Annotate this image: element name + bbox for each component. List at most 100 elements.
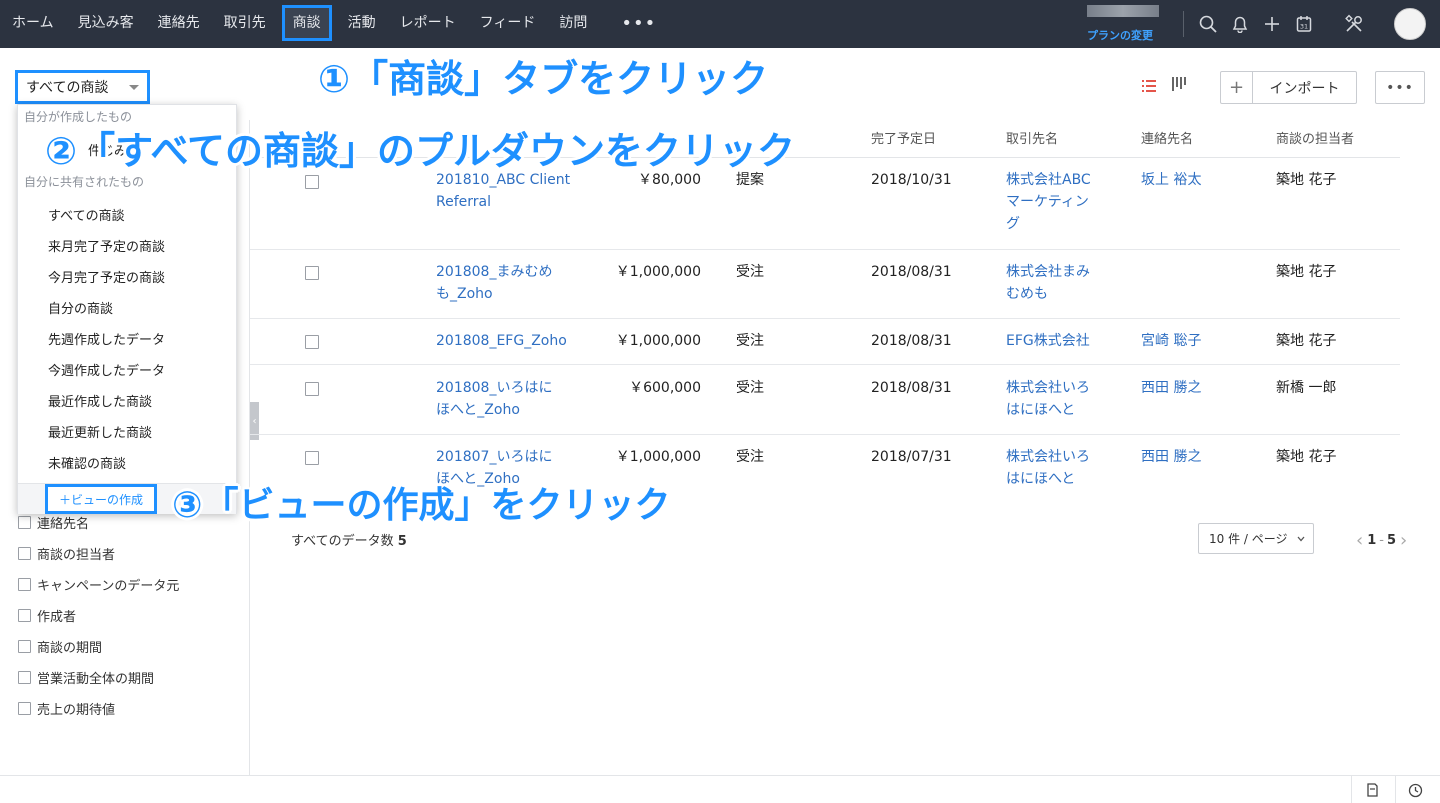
next-page-icon[interactable]: › — [1400, 530, 1407, 551]
more-actions-button[interactable]: ••• — [1375, 71, 1425, 104]
deal-stage: 受注 — [736, 449, 764, 465]
import-button[interactable]: インポート — [1253, 72, 1356, 103]
dropdown-item[interactable]: 最近作成した商談 — [48, 391, 152, 410]
org-info: プランの変更 — [1087, 5, 1169, 43]
account-link[interactable]: EFG株式会社 — [1006, 330, 1116, 352]
change-plan-link[interactable]: プランの変更 — [1087, 27, 1169, 43]
org-name-blurred — [1087, 5, 1159, 17]
filter-checkbox[interactable] — [18, 671, 31, 684]
view-select-dropdown[interactable]: すべての商談 — [15, 70, 150, 104]
account-link[interactable]: 株式会社いろ はにほへと — [1006, 377, 1116, 421]
dropdown-item[interactable]: 今週作成したデータ — [48, 360, 165, 379]
dropdown-item[interactable]: 今月完了予定の商談 — [48, 267, 165, 286]
filter-label: 商談の担当者 — [37, 548, 116, 563]
deal-amount: ￥600,000 — [629, 380, 701, 396]
contact-link[interactable]: 西田 勝之 — [1141, 446, 1201, 468]
nav-tab-leads[interactable]: 見込み客 — [66, 0, 146, 48]
deal-close-date: 2018/08/31 — [871, 264, 952, 280]
deal-amount: ￥1,000,000 — [615, 264, 701, 280]
nav-tab-label: 取引先 — [223, 15, 266, 31]
column-header-account[interactable]: 取引先名 — [1006, 128, 1058, 147]
nav-tab-deals[interactable]: 商談 — [278, 0, 336, 48]
nav-tab-home[interactable]: ホーム — [0, 0, 66, 48]
bell-icon[interactable] — [1224, 0, 1256, 48]
filter-checkbox[interactable] — [18, 547, 31, 560]
filter-checkbox[interactable] — [18, 702, 31, 715]
create-deal-button[interactable]: + — [1221, 72, 1253, 103]
filter-item[interactable]: キャンペーンのデータ元 — [18, 575, 179, 594]
contact-link[interactable]: 宮崎 聡子 — [1141, 330, 1201, 352]
filter-item[interactable]: 商談の期間 — [18, 637, 102, 656]
deal-close-date: 2018/08/31 — [871, 333, 952, 349]
filter-checkbox[interactable] — [18, 578, 31, 591]
row-checkbox[interactable] — [305, 382, 319, 396]
filter-checkbox[interactable] — [18, 516, 31, 529]
create-import-group: + インポート — [1220, 71, 1357, 104]
filter-item[interactable]: 商談の担当者 — [18, 544, 115, 563]
row-checkbox[interactable] — [305, 175, 319, 189]
nav-tab-contacts[interactable]: 連絡先 — [146, 0, 212, 48]
nav-more-button[interactable]: ••• — [599, 2, 678, 46]
row-divider — [250, 434, 1400, 435]
filter-label: キャンペーンのデータ元 — [37, 579, 180, 594]
nav-right-tools: プランの変更 31 — [1087, 0, 1440, 48]
dropdown-item[interactable]: 来月完了予定の商談 — [48, 236, 165, 255]
filter-checkbox[interactable] — [18, 640, 31, 653]
row-checkbox[interactable] — [305, 266, 319, 280]
plus-icon[interactable] — [1256, 0, 1288, 48]
nav-tab-feeds[interactable]: フィード — [468, 0, 548, 48]
dropdown-item[interactable]: 最近更新した商談 — [48, 422, 152, 441]
dropdown-item[interactable]: すべての商談 — [48, 205, 125, 224]
list-view-icon[interactable] — [1142, 78, 1156, 92]
total-count-value: 5 — [397, 534, 407, 549]
account-link[interactable]: 株式会社ABC マーケティン グ — [1006, 169, 1116, 235]
filter-item[interactable]: 売上の期待値 — [18, 699, 115, 718]
deal-stage: 受注 — [736, 333, 764, 349]
deal-stage: 受注 — [736, 264, 764, 280]
row-checkbox[interactable] — [305, 335, 319, 349]
deal-close-date: 2018/08/31 — [871, 380, 952, 396]
account-link[interactable]: 株式会社いろ はにほへと — [1006, 446, 1116, 490]
filter-checkbox[interactable] — [18, 609, 31, 622]
column-header-close-date[interactable]: 完了予定日 — [871, 128, 936, 147]
history-icon[interactable] — [1395, 776, 1435, 803]
per-page-select[interactable]: 10 件 / ページ — [1198, 523, 1314, 554]
dropdown-item[interactable]: 自分の商談 — [48, 298, 113, 317]
total-count: すべてのデータ数 5 — [291, 530, 407, 549]
tools-icon[interactable] — [1338, 0, 1370, 48]
deal-owner: 築地 花子 — [1276, 333, 1337, 349]
nav-tab-reports[interactable]: レポート — [388, 0, 468, 48]
deal-close-date: 2018/07/31 — [871, 449, 952, 465]
filter-item[interactable]: 連絡先名 — [18, 513, 89, 532]
calendar-icon[interactable]: 31 — [1288, 0, 1320, 48]
row-checkbox[interactable] — [305, 451, 319, 465]
account-link[interactable]: 株式会社まみ むめも — [1006, 261, 1116, 305]
filter-label: 作成者 — [37, 610, 77, 625]
caret-down-icon — [129, 84, 139, 90]
filter-label: 営業活動全体の期間 — [37, 672, 155, 687]
contact-link[interactable]: 坂上 裕太 — [1141, 169, 1201, 191]
prev-page-icon[interactable]: ‹ — [1356, 530, 1363, 551]
column-header-owner[interactable]: 商談の担当者 — [1276, 128, 1354, 147]
calendar-day-label: 31 — [1300, 23, 1308, 31]
filter-item[interactable]: 営業活動全体の期間 — [18, 668, 154, 687]
column-header-contact[interactable]: 連絡先名 — [1141, 128, 1193, 147]
search-icon[interactable] — [1192, 0, 1224, 48]
nav-tab-visits[interactable]: 訪問 — [547, 0, 599, 48]
contact-link[interactable]: 西田 勝之 — [1141, 377, 1201, 399]
notes-icon[interactable] — [1351, 776, 1391, 803]
kanban-view-icon[interactable] — [1172, 77, 1186, 93]
pagination: ‹ 1 - 5 › — [1352, 530, 1411, 551]
create-view-button[interactable]: ＋ビューの作成 — [45, 484, 157, 514]
filter-item[interactable]: 作成者 — [18, 606, 76, 625]
nav-tab-activities[interactable]: 活動 — [336, 0, 388, 48]
page-range-end: 5 — [1386, 533, 1396, 548]
deal-owner: 築地 花子 — [1276, 264, 1337, 280]
top-navigation: ホーム 見込み客 連絡先 取引先 商談 活動 レポート フィード 訪問 ••• … — [0, 0, 1440, 48]
nav-tab-label: 連絡先 — [157, 15, 200, 31]
filter-label: 連絡先名 — [37, 517, 90, 532]
dropdown-item[interactable]: 未確認の商談 — [48, 453, 126, 472]
nav-tab-accounts[interactable]: 取引先 — [212, 0, 278, 48]
avatar[interactable] — [1394, 8, 1426, 40]
dropdown-item[interactable]: 先週作成したデータ — [48, 329, 165, 348]
